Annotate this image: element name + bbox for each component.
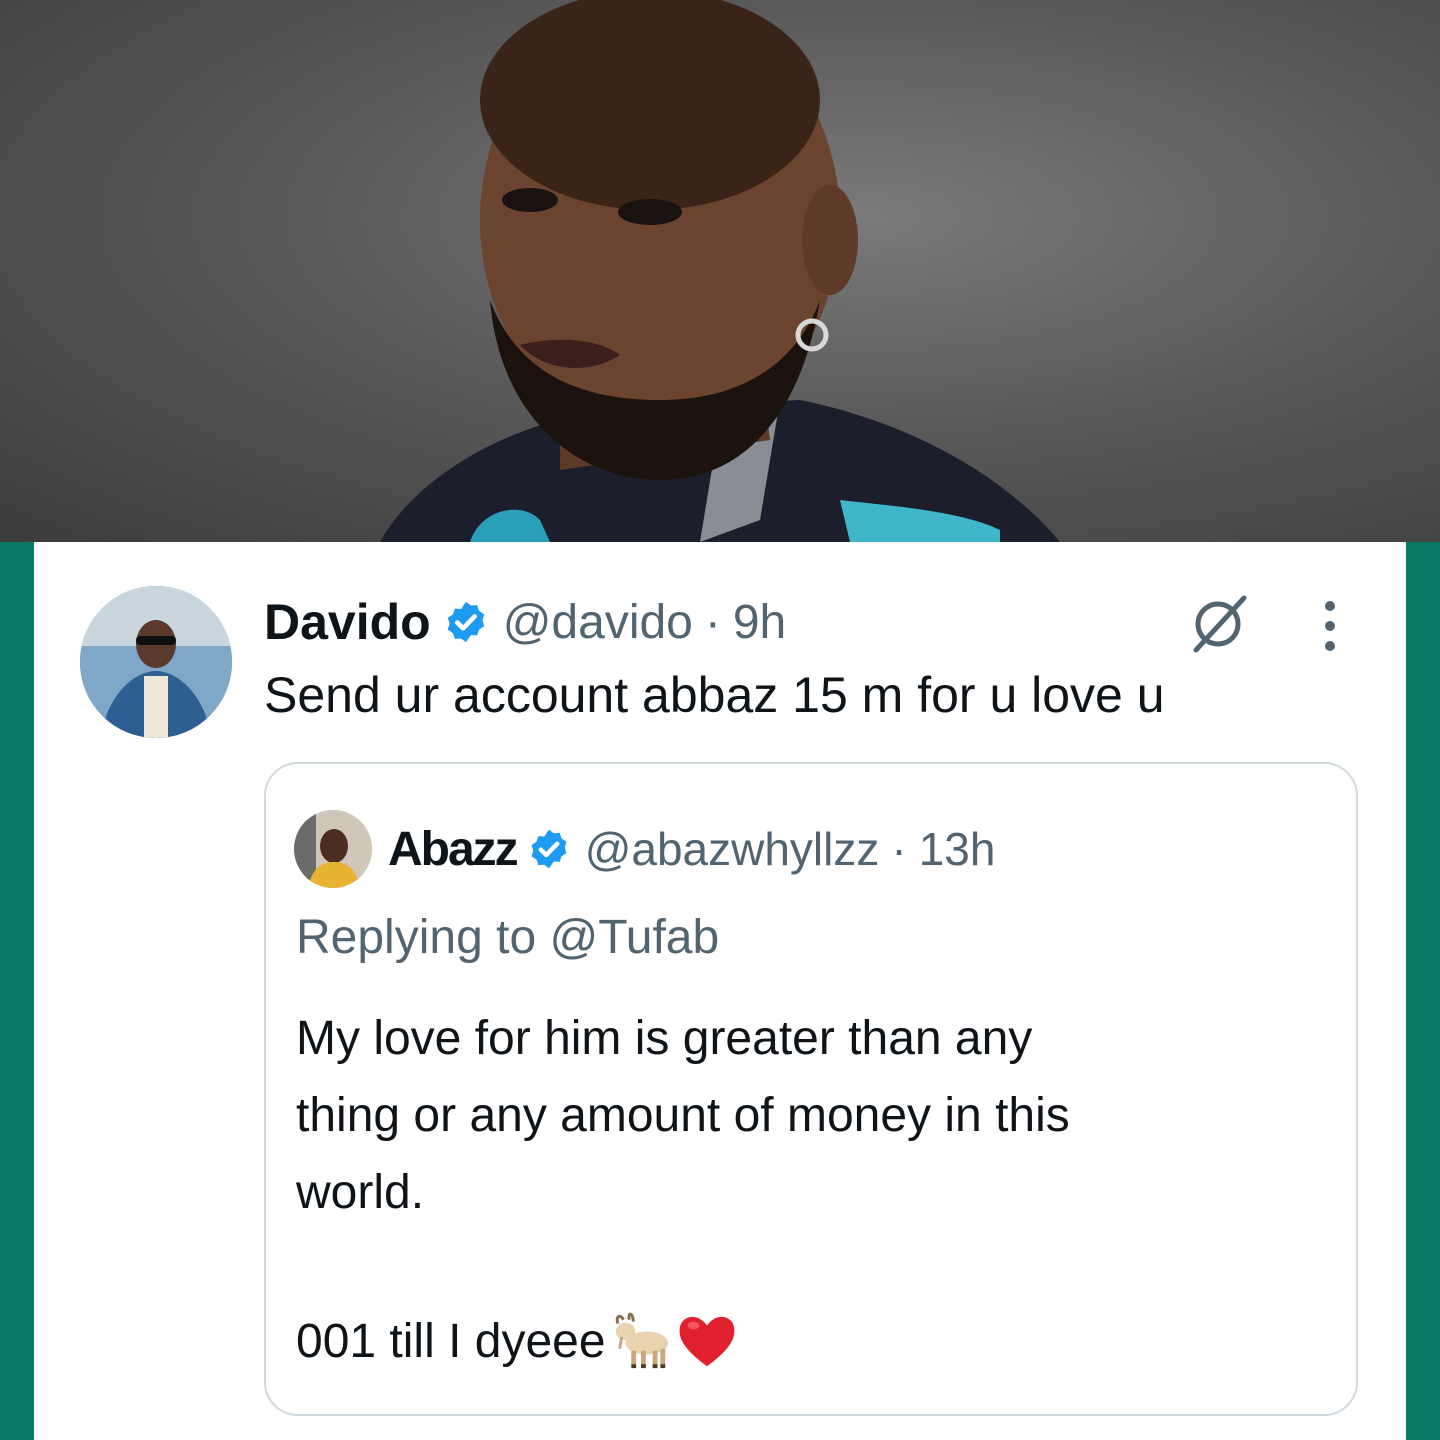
- separator-dot: ·: [704, 595, 721, 649]
- grok-icon[interactable]: [1186, 592, 1250, 656]
- quoted-separator-dot: ·: [891, 823, 907, 875]
- quoted-header: Abazz @abazwhyllzz · 13h: [388, 820, 995, 878]
- quoted-signoff: 001 till I dyeee: [296, 1310, 738, 1372]
- red-heart-emoji-icon: [679, 1316, 734, 1367]
- quoted-profile-photo-icon: [294, 810, 372, 888]
- tweet-card[interactable]: Davido @davido · 9h Send ur account abba…: [34, 542, 1406, 1440]
- quoted-time[interactable]: 13h: [919, 822, 996, 876]
- quoted-author-handle[interactable]: @abazwhyllzz: [585, 822, 880, 876]
- author-name[interactable]: Davido: [264, 593, 431, 651]
- replying-to-label: Replying to: [296, 911, 537, 964]
- quoted-avatar[interactable]: [294, 810, 372, 888]
- portrait-illustration: [380, 0, 1060, 542]
- tweet-text: Send ur account abbaz 15 m for u love u: [264, 667, 1165, 723]
- tweet-time[interactable]: 9h: [733, 595, 786, 650]
- quoted-author-name[interactable]: Abazz: [388, 822, 519, 877]
- verified-badge-icon: [447, 601, 484, 643]
- quoted-signoff-text: 001 till I dyeee: [296, 1314, 606, 1368]
- quoted-verified-badge-icon: [531, 829, 567, 869]
- quoted-tweet[interactable]: Abazz @abazwhyllzz · 13h Replying to @Tu…: [264, 762, 1358, 1416]
- header-photo: [0, 0, 1440, 542]
- replying-to-line: Replying to @Tufab: [296, 910, 719, 965]
- quoted-body-text: My love for him is greater than any thin…: [296, 1012, 1070, 1219]
- more-options-icon[interactable]: [1316, 594, 1344, 658]
- tweet-header: Davido @davido · 9h: [264, 592, 786, 652]
- goat-emoji-icon: [615, 1312, 668, 1369]
- profile-photo-icon: [80, 586, 232, 738]
- author-handle[interactable]: @davido: [503, 595, 693, 650]
- avatar[interactable]: [80, 586, 232, 738]
- reply-mention-link[interactable]: @Tufab: [549, 911, 719, 964]
